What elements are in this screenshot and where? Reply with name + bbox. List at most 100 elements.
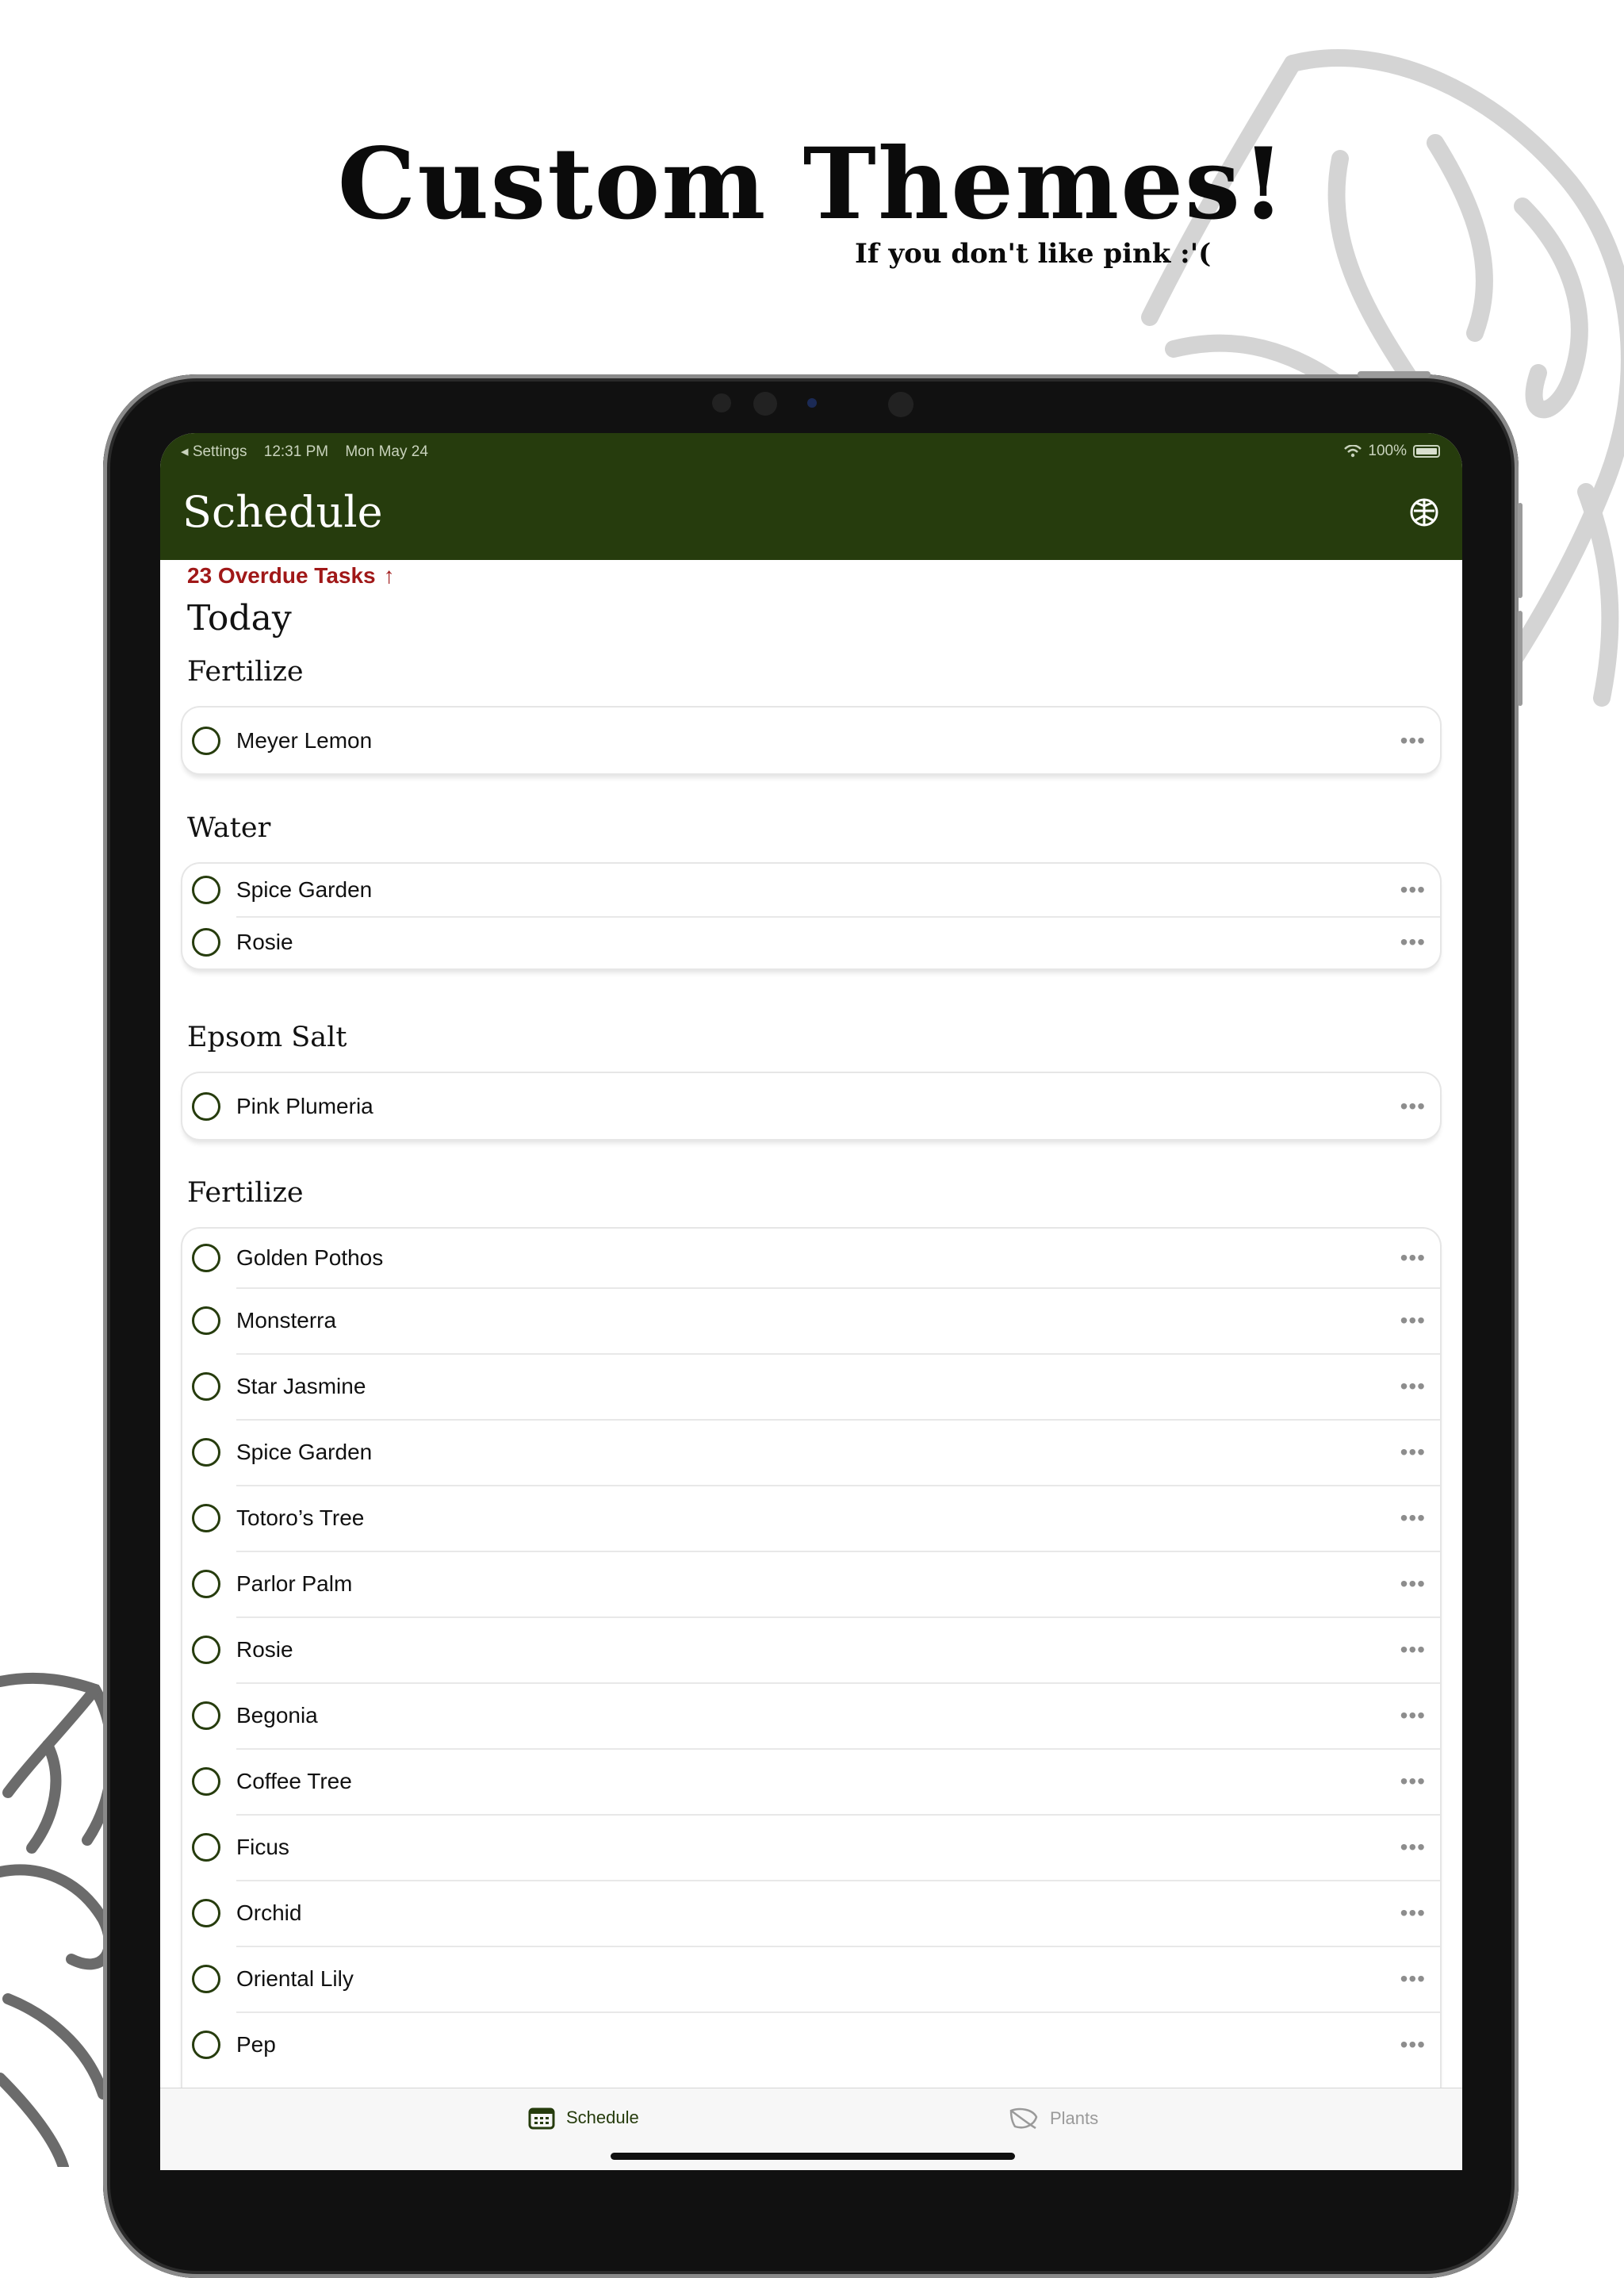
task-plant-name: Spice Garden (236, 1439, 373, 1464)
task-plant-name: Pink Plumeria (236, 1093, 373, 1118)
status-bar: ◂ Settings 12:31 PM Mon May 24 100% (160, 433, 1462, 470)
task-plant-name: Begonia (236, 1702, 318, 1728)
task-row: Pep ••• (182, 2011, 1440, 2077)
task-row: Meyer Lemon ••• (182, 708, 1440, 773)
promo-title: Custom Themes! (337, 127, 1287, 242)
battery-percent: 100% (1368, 443, 1407, 459)
more-options-icon[interactable]: ••• (1400, 1374, 1426, 1399)
task-row: Totoro’s Tree ••• (182, 1485, 1440, 1551)
overdue-tasks-link[interactable]: 23 Overdue Tasks ↑ (187, 563, 395, 589)
camera-sensor (888, 392, 914, 417)
task-checkbox[interactable] (192, 1371, 220, 1401)
more-options-icon[interactable]: ••• (1400, 1637, 1426, 1662)
more-options-icon[interactable]: ••• (1400, 930, 1426, 955)
task-checkbox[interactable] (192, 1964, 220, 1993)
task-row: Golden Pothos ••• (182, 1229, 1440, 1287)
task-plant-name: Rosie (236, 930, 293, 954)
task-checkbox[interactable] (192, 1306, 220, 1335)
status-date: Mon May 24 (345, 443, 428, 460)
promo-subtitle: If you don't like pink :'( (855, 238, 1212, 270)
more-options-icon[interactable]: ••• (1400, 1835, 1426, 1860)
section-heading-today: Today (187, 598, 292, 639)
task-group-heading: Fertilize (187, 1177, 304, 1209)
more-options-icon[interactable]: ••• (1400, 1245, 1426, 1271)
task-plant-name: Meyer Lemon (236, 727, 373, 753)
task-checkbox[interactable] (192, 1766, 220, 1796)
task-plant-name: Spice Garden (236, 877, 373, 902)
task-row: Monsterra ••• (182, 1287, 1440, 1353)
tab-plants-label: Plants (1050, 2108, 1099, 2128)
more-options-icon[interactable]: ••• (1400, 1703, 1426, 1728)
task-plant-name: Parlor Palm (236, 1570, 353, 1596)
task-plant-name: Rosie (236, 1636, 293, 1662)
task-group-card: Meyer Lemon ••• (182, 708, 1440, 773)
task-checkbox[interactable] (192, 726, 220, 755)
task-checkbox[interactable] (192, 1437, 220, 1467)
task-group-heading: Water (187, 812, 271, 844)
task-row: Ficus ••• (182, 1814, 1440, 1880)
task-row: Rosie ••• (182, 916, 1440, 968)
more-options-icon[interactable]: ••• (1400, 1966, 1426, 1992)
more-options-icon[interactable]: ••• (1400, 1440, 1426, 1465)
more-options-icon[interactable]: ••• (1400, 877, 1426, 903)
camera-sensor (712, 393, 731, 412)
task-plant-name: Oriental Lily (236, 1965, 354, 1991)
task-row: Begonia ••• (182, 1682, 1440, 1748)
more-options-icon[interactable]: ••• (1400, 728, 1426, 754)
status-time: 12:31 PM (263, 443, 329, 460)
more-options-icon[interactable]: ••• (1400, 1308, 1426, 1333)
task-group-heading: Epsom Salt (187, 1022, 347, 1053)
more-options-icon[interactable]: ••• (1400, 2032, 1426, 2057)
tab-plants[interactable]: Plants (1009, 2106, 1098, 2131)
task-row: Spice Garden ••• (182, 864, 1440, 916)
volume-up-button (1518, 503, 1522, 598)
task-checkbox[interactable] (192, 1898, 220, 1927)
task-plant-name: Totoro’s Tree (236, 1505, 365, 1530)
tab-schedule-label: Schedule (566, 2107, 639, 2127)
task-checkbox[interactable] (192, 1244, 220, 1272)
app-screen: ◂ Settings 12:31 PM Mon May 24 100% Sche… (160, 433, 1462, 2170)
task-plant-name: Monsterra (236, 1307, 337, 1333)
overdue-label: 23 Overdue Tasks (187, 563, 376, 588)
task-plant-name: Orchid (236, 1900, 302, 1925)
more-options-icon[interactable]: ••• (1400, 1505, 1426, 1531)
task-group-heading: Fertilize (187, 656, 304, 688)
task-checkbox[interactable] (192, 1832, 220, 1862)
more-options-icon[interactable]: ••• (1400, 1094, 1426, 1119)
home-indicator[interactable] (611, 2153, 1015, 2160)
task-row: Orchid ••• (182, 1880, 1440, 1946)
more-options-icon[interactable]: ••• (1400, 1571, 1426, 1597)
task-checkbox[interactable] (192, 1635, 220, 1664)
task-group-card: Spice Garden ••• Rosie ••• (182, 864, 1440, 968)
calendar-icon (528, 2107, 555, 2130)
task-plant-name: Golden Pothos (236, 1245, 384, 1270)
camera-sensor (753, 392, 777, 416)
back-to-settings[interactable]: ◂ Settings (181, 443, 247, 460)
task-row: Parlor Palm ••• (182, 1551, 1440, 1616)
task-checkbox[interactable] (192, 876, 220, 904)
task-checkbox[interactable] (192, 1701, 220, 1730)
task-checkbox[interactable] (192, 1503, 220, 1532)
task-plant-name: Coffee Tree (236, 1768, 352, 1793)
tab-schedule[interactable]: Schedule (528, 2106, 639, 2130)
task-checkbox[interactable] (192, 928, 220, 957)
page-title: Schedule (182, 487, 383, 537)
nav-bar: Schedule (160, 470, 1462, 560)
task-group-card: Pink Plumeria ••• (182, 1073, 1440, 1139)
task-row: Star Jasmine ••• (182, 1353, 1440, 1419)
more-options-icon[interactable]: ••• (1400, 1900, 1426, 1926)
task-plant-name: Star Jasmine (236, 1373, 366, 1398)
task-plant-name: Ficus (236, 1834, 289, 1859)
task-checkbox[interactable] (192, 2030, 220, 2059)
more-options-icon[interactable]: ••• (1400, 1769, 1426, 1794)
task-group-card: Golden Pothos ••• Monsterra ••• Star Jasmine… (182, 1229, 1440, 2101)
task-plant-name: Pep (236, 2031, 276, 2057)
monstera-leaf-icon[interactable] (1407, 495, 1442, 530)
task-row: Rosie ••• (182, 1616, 1440, 1682)
task-row: Spice Garden ••• (182, 1419, 1440, 1485)
task-row: Pink Plumeria ••• (182, 1073, 1440, 1139)
volume-down-button (1518, 611, 1522, 706)
task-checkbox[interactable] (192, 1091, 220, 1121)
top-button (1358, 371, 1431, 378)
task-checkbox[interactable] (192, 1569, 220, 1598)
